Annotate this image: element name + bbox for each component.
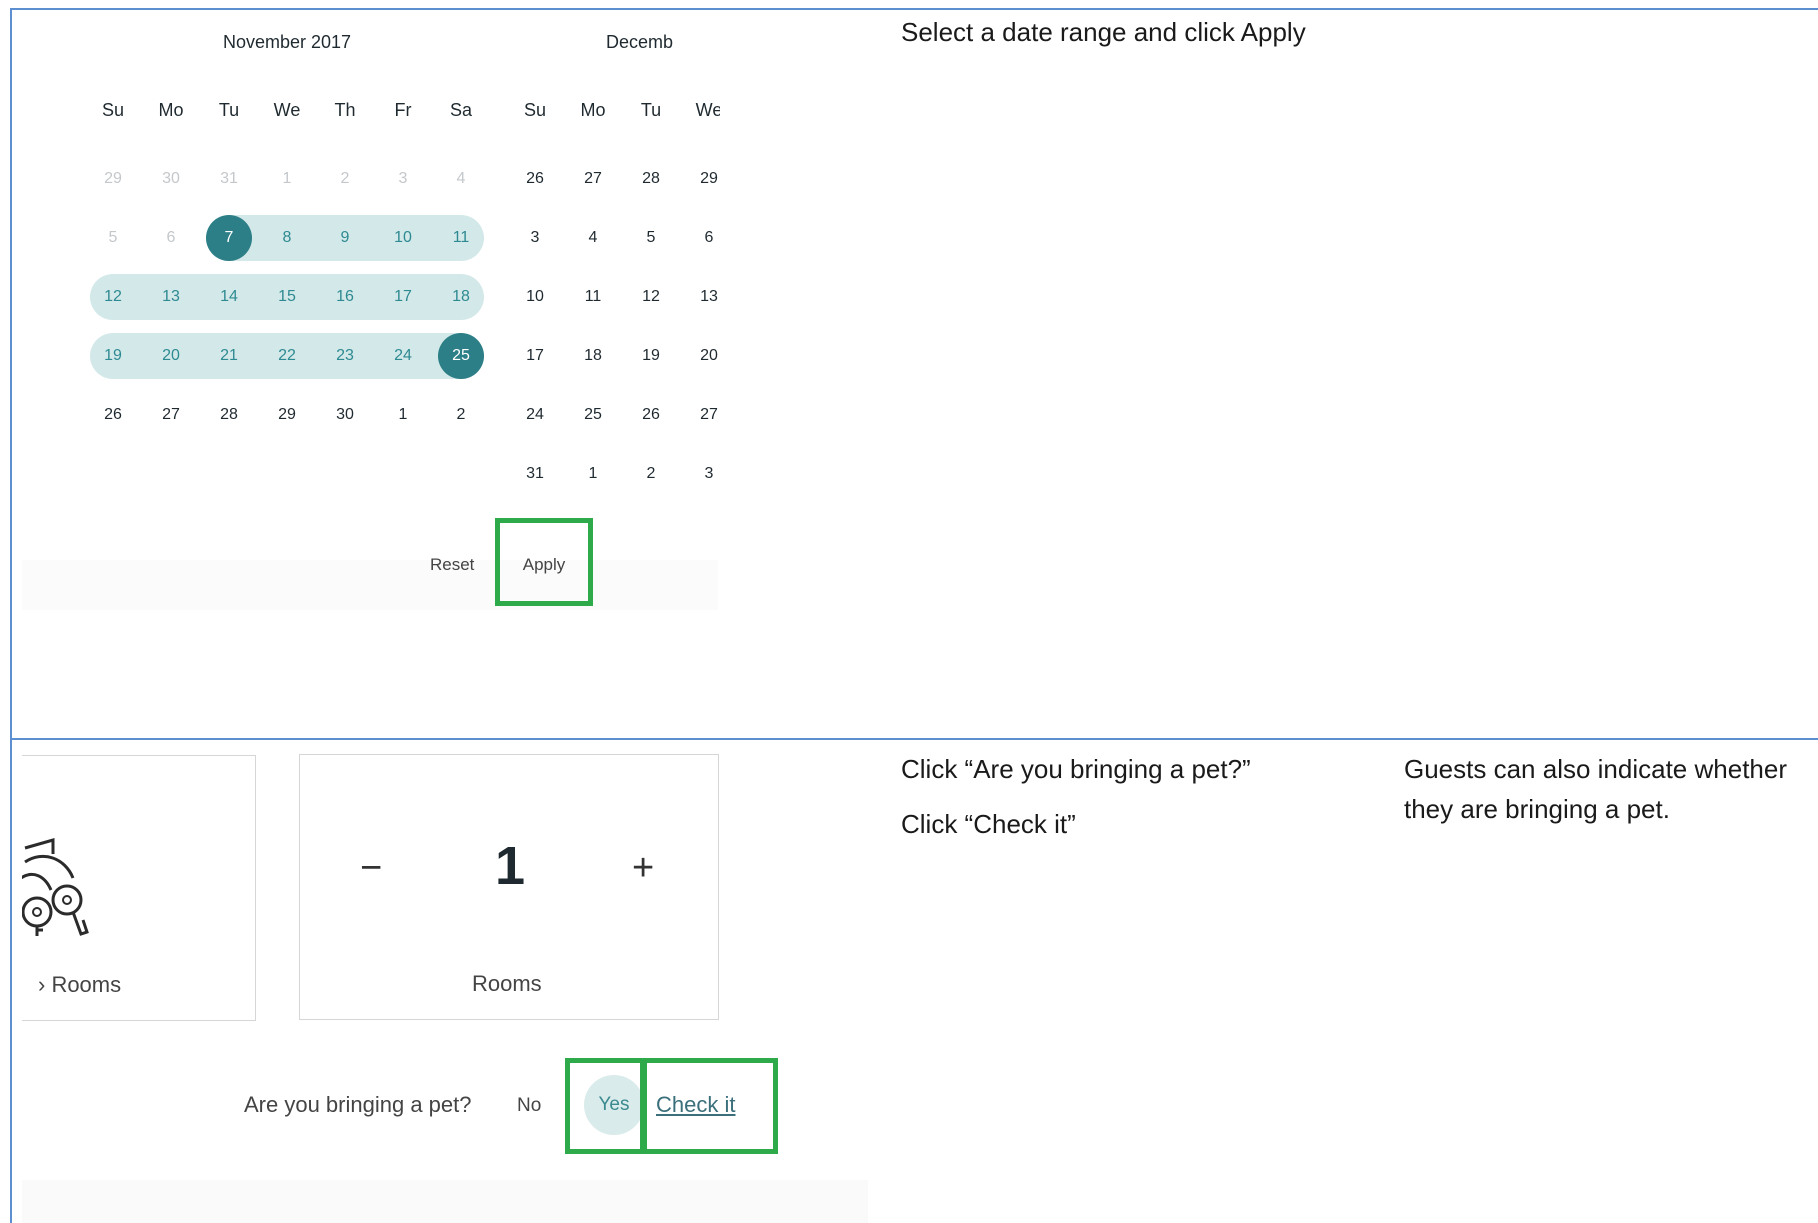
weekday-header: Th (334, 100, 356, 120)
calendar-day[interactable]: 25 (564, 392, 622, 438)
weekday-header: Su (101, 100, 125, 120)
weekday-header: We (695, 100, 720, 120)
weekday-header: Mo (158, 100, 184, 120)
calendar-day[interactable]: 19 (622, 333, 680, 379)
calendar-day[interactable]: 1 (374, 392, 432, 438)
check-it-highlight-box (640, 1058, 778, 1154)
increment-button[interactable]: + (632, 847, 654, 890)
calendar-day[interactable]: 24 (506, 392, 564, 438)
calendar-day[interactable]: 18 (564, 333, 622, 379)
date-range-picker: November 2017 Decemb Su Mo Tu We Th Fr Sa Su Mo Tu W… (22, 10, 720, 610)
calendar-day[interactable]: 28 (200, 392, 258, 438)
calendar-day[interactable]: 11 (564, 274, 622, 320)
month-title-november: November 2017 (222, 32, 352, 52)
calendar-day[interactable]: 31 (200, 156, 258, 202)
calendar-day[interactable]: 2 (316, 156, 374, 202)
calendar-day[interactable]: 18 (432, 274, 490, 320)
weekday-header: Mo (580, 100, 606, 120)
calendar-day[interactable]: 11 (432, 215, 490, 261)
yes-highlight-box (565, 1058, 647, 1154)
pet-no-option[interactable]: No (517, 1095, 541, 1117)
calendar-day[interactable]: 6 (142, 215, 200, 261)
keys-icon (22, 816, 103, 941)
instruction-step-pet: Click “Are you bringing a pet?” (901, 754, 1251, 784)
calendar-day[interactable]: 10 (374, 215, 432, 261)
rooms-left-label: › Rooms (38, 972, 122, 997)
calendar-day[interactable]: 4 (432, 156, 490, 202)
weekday-header: Fr (394, 100, 412, 120)
rooms-count: 1 (495, 836, 526, 896)
calendar-day[interactable]: 25 (432, 333, 490, 379)
calendar-day[interactable]: 31 (506, 451, 564, 497)
calendar-day[interactable]: 22 (258, 333, 316, 379)
calendar-day[interactable]: 2 (432, 392, 490, 438)
month-title-december: Decemb (606, 32, 674, 52)
apply-highlight-box (495, 518, 593, 606)
calendar-footer (22, 560, 718, 610)
calendar-day[interactable]: 29 (84, 156, 142, 202)
calendar-day[interactable]: 30 (142, 156, 200, 202)
calendar-day[interactable]: 29 (680, 156, 720, 202)
calendar-day[interactable]: 5 (622, 215, 680, 261)
pet-footer (22, 1180, 868, 1223)
calendar-day[interactable]: 1 (564, 451, 622, 497)
calendar-day[interactable]: 13 (142, 274, 200, 320)
rooms-stepper-card: − 1 + Rooms (299, 754, 719, 1020)
calendar-day[interactable]: 29 (258, 392, 316, 438)
weekday-header: We (273, 100, 301, 120)
calendar-day[interactable]: 28 (622, 156, 680, 202)
calendar-day[interactable]: 2 (622, 451, 680, 497)
pet-note: Guests can also indicate whether they ar… (1404, 754, 1787, 824)
calendar-day[interactable]: 27 (564, 156, 622, 202)
reset-button[interactable]: Reset (430, 555, 474, 575)
calendar-day[interactable]: 14 (200, 274, 258, 320)
calendar-day[interactable]: 26 (506, 156, 564, 202)
calendar-day[interactable]: 16 (316, 274, 374, 320)
calendar-day[interactable]: 12 (84, 274, 142, 320)
instruction-step-check: Click “Check it” (901, 809, 1076, 839)
calendar-day[interactable]: 7 (200, 215, 258, 261)
calendar-day[interactable]: 9 (316, 215, 374, 261)
calendar-day[interactable]: 17 (506, 333, 564, 379)
weekday-header: Tu (218, 100, 240, 120)
calendar-day[interactable]: 20 (680, 333, 720, 379)
weekday-header: Tu (640, 100, 662, 120)
calendar-day[interactable]: 20 (142, 333, 200, 379)
calendar-day[interactable]: 12 (622, 274, 680, 320)
calendar-day[interactable]: 6 (680, 215, 720, 261)
section-divider (10, 738, 1818, 740)
calendar-day[interactable]: 24 (374, 333, 432, 379)
weekday-header: Sa (449, 100, 473, 120)
pet-question: Are you bringing a pet? (244, 1092, 472, 1117)
decrement-button[interactable]: − (360, 847, 382, 890)
calendar-day[interactable]: 4 (564, 215, 622, 261)
calendar-day[interactable]: 15 (258, 274, 316, 320)
calendar-day[interactable]: 21 (200, 333, 258, 379)
calendar-day[interactable]: 30 (316, 392, 374, 438)
calendar-day[interactable]: 17 (374, 274, 432, 320)
calendar-day[interactable]: 26 (84, 392, 142, 438)
rooms-left-card-clip: › Rooms (22, 752, 258, 1022)
rooms-card-left[interactable]: › Rooms (22, 755, 256, 1021)
calendar-day[interactable]: 27 (680, 392, 720, 438)
calendar-day[interactable]: 3 (680, 451, 720, 497)
calendar-day[interactable]: 23 (316, 333, 374, 379)
calendar-day[interactable]: 5 (84, 215, 142, 261)
calendar-day[interactable]: 26 (622, 392, 680, 438)
calendar-day[interactable]: 19 (84, 333, 142, 379)
left-border (10, 8, 12, 1223)
calendar-day[interactable]: 27 (142, 392, 200, 438)
weekday-header: Su (523, 100, 547, 120)
calendar-day[interactable]: 8 (258, 215, 316, 261)
calendar-day[interactable]: 3 (374, 156, 432, 202)
instruction-step-apply: Select a date range and click Apply (901, 17, 1306, 47)
calendar-day[interactable]: 3 (506, 215, 564, 261)
calendar-day[interactable]: 10 (506, 274, 564, 320)
rooms-stepper-label: Rooms (472, 971, 542, 996)
calendar-day[interactable]: 13 (680, 274, 720, 320)
calendar-day[interactable]: 1 (258, 156, 316, 202)
